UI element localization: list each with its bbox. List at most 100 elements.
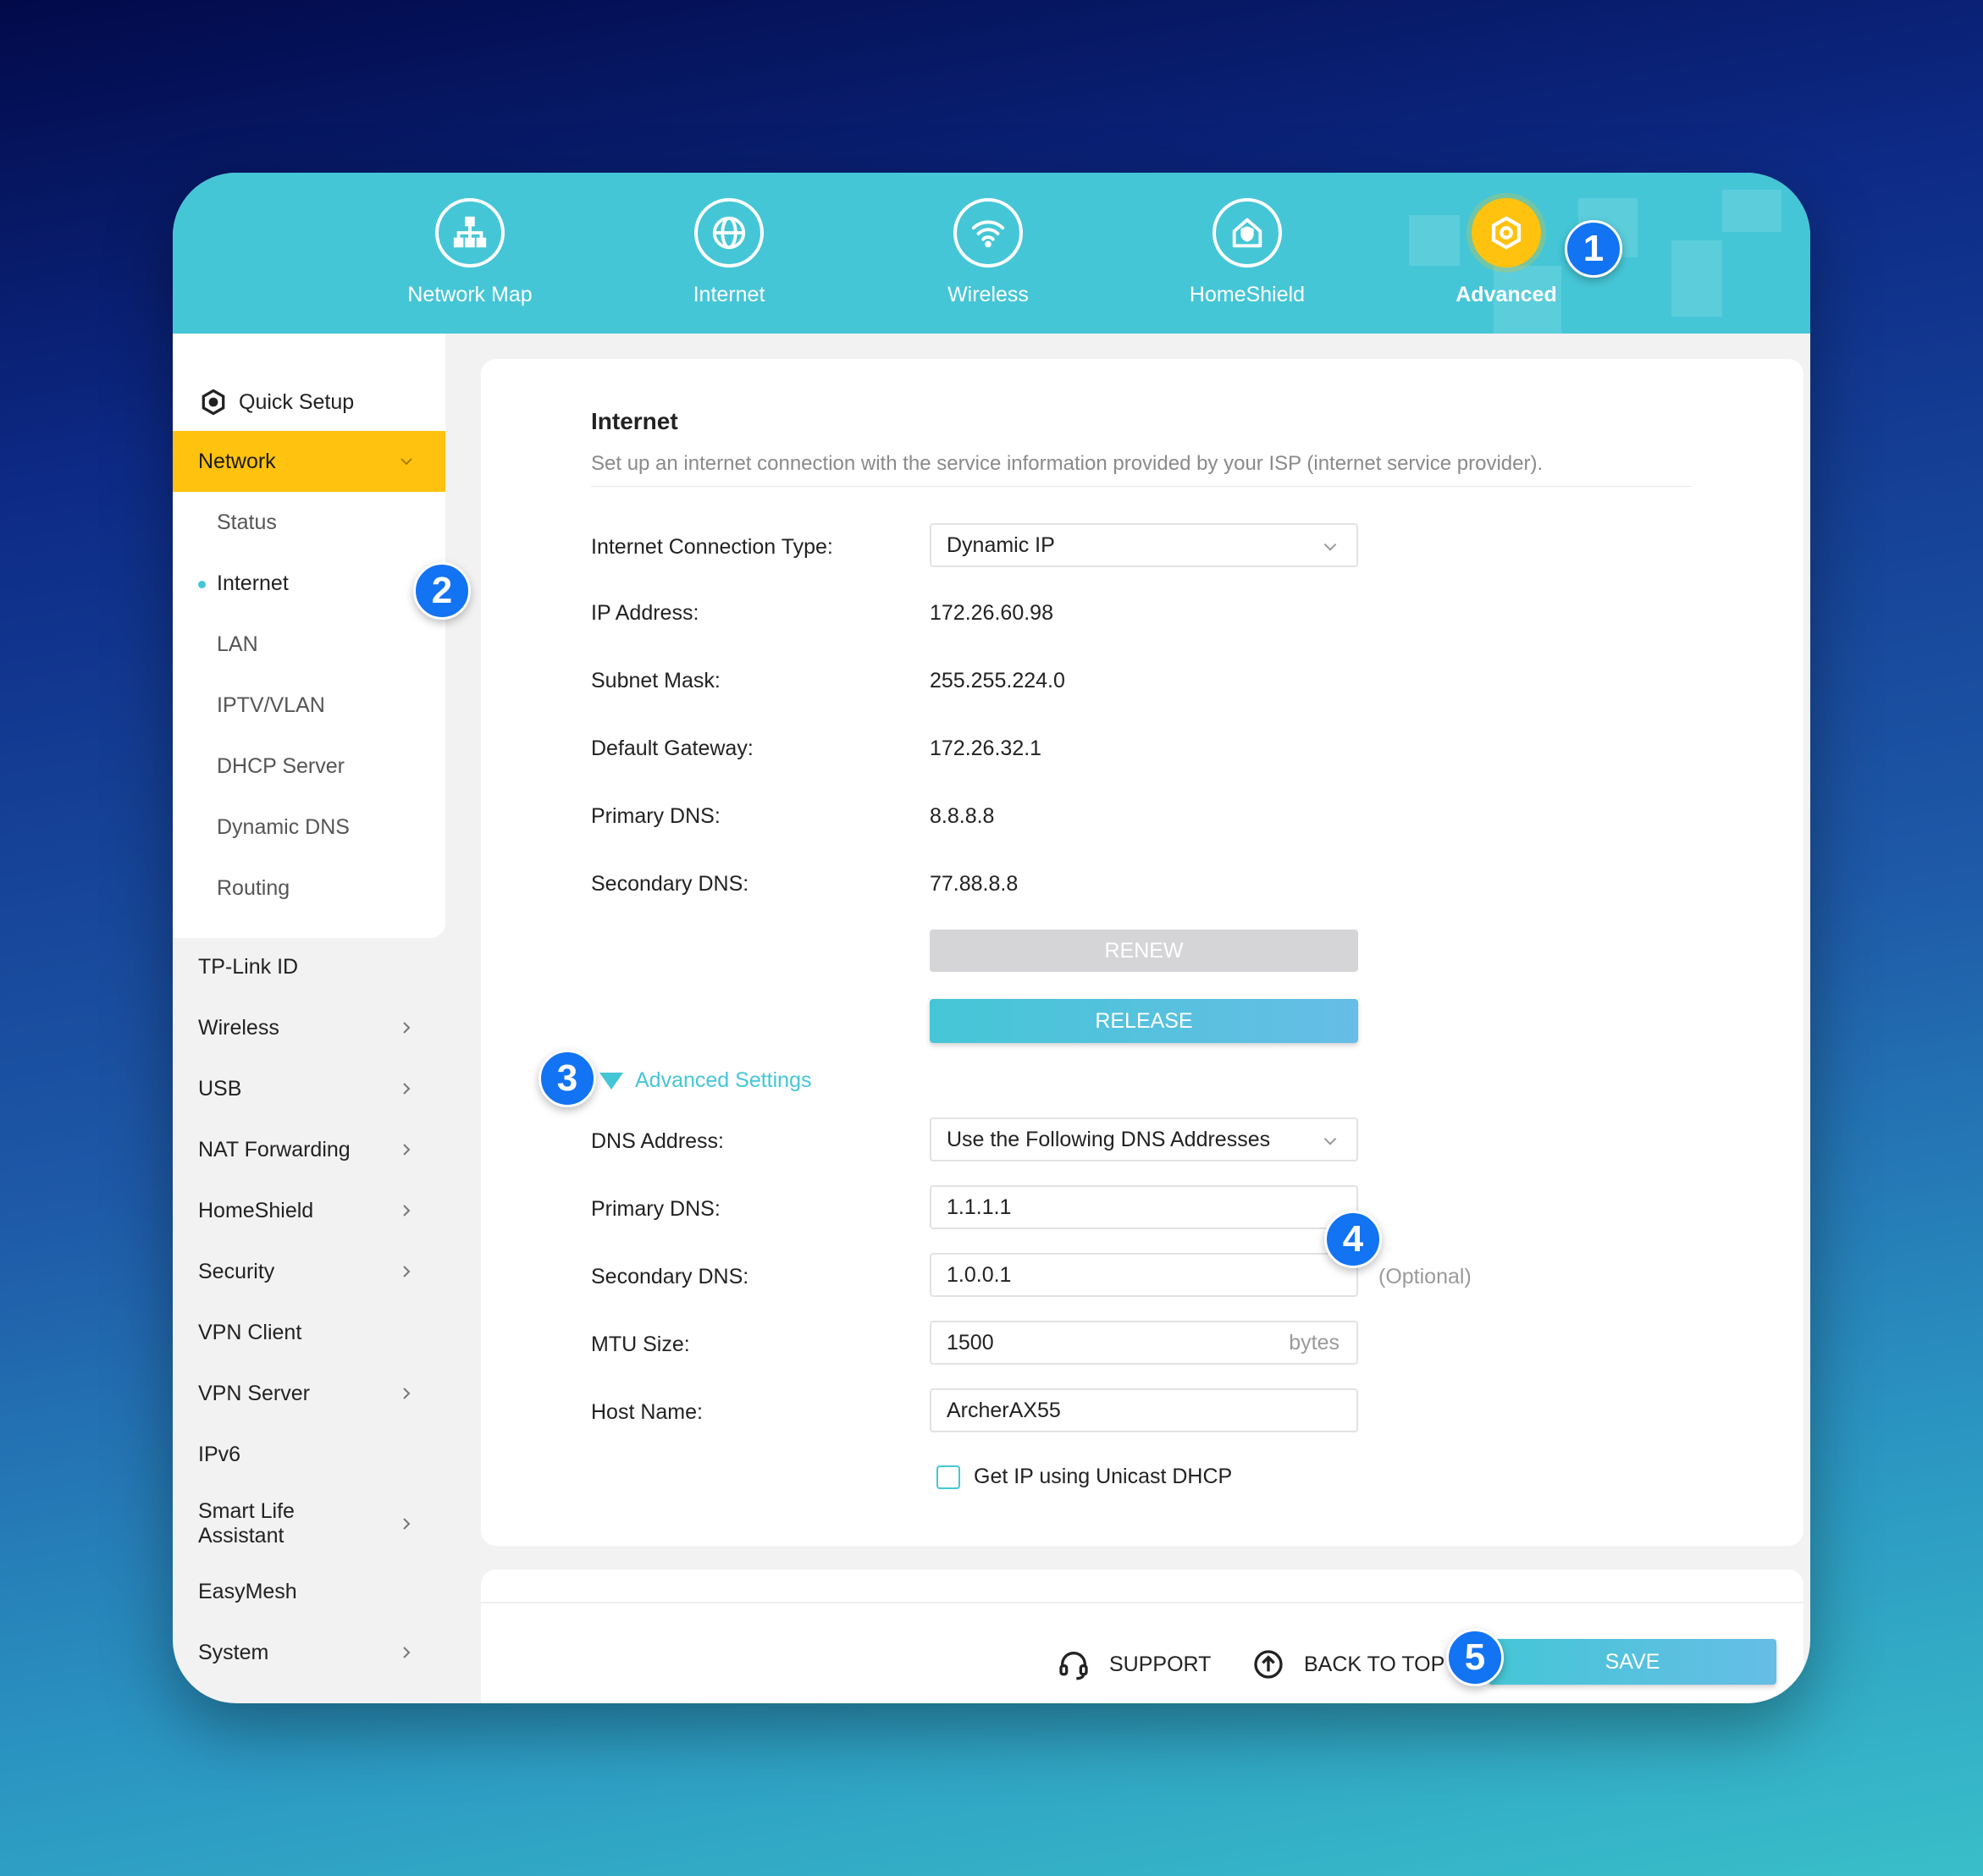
sidebar-item-smart-life-assistant[interactable]: Smart Life Assistant [173, 1490, 445, 1558]
chevron-right-icon [403, 1647, 411, 1658]
sidebar-subitem-internet[interactable]: Internet [173, 553, 445, 614]
sidebar-subitem-lan[interactable]: LAN [173, 614, 445, 675]
tab-internet[interactable]: Internet [627, 198, 831, 325]
gear-icon [202, 389, 225, 416]
tab-homeshield[interactable]: HomeShield [1146, 198, 1349, 325]
callout-badge-3: 3 [539, 1050, 596, 1107]
sidebar-item-label: Status [217, 510, 277, 534]
advanced-settings-toggle[interactable]: Advanced Settings [599, 1068, 811, 1093]
adv-primary-dns-label: Primary DNS: [591, 1197, 721, 1221]
sidebar-item-ipv6[interactable]: IPv6 [173, 1424, 445, 1485]
default-gateway-value: 172.26.32.1 [930, 737, 1042, 760]
sidebar-item-system[interactable]: System [173, 1622, 445, 1683]
chevron-right-icon [403, 1388, 411, 1399]
sidebar-item-label: TP-Link ID [198, 954, 299, 979]
chevron-right-icon [403, 1144, 411, 1156]
sidebar-item-label: LAN [217, 632, 258, 656]
mtu-size-value: 1500 [947, 1330, 994, 1355]
arrow-up-circle-icon [1254, 1650, 1283, 1679]
chevron-right-icon [403, 1518, 411, 1530]
chevron-down-icon [1323, 1137, 1337, 1145]
headset-icon [1059, 1652, 1088, 1680]
decorative-block [1671, 240, 1722, 317]
secondary-dns-input[interactable]: 1.0.0.1 [930, 1253, 1358, 1297]
connection-type-label: Internet Connection Type: [591, 535, 833, 559]
sidebar-item-label: Quick Setup [239, 389, 355, 414]
sidebar-item-label: Routing [217, 875, 290, 900]
chevron-right-icon [403, 1205, 411, 1217]
host-name-value: ArcherAX55 [947, 1398, 1061, 1422]
page-description: Set up an internet connection with the s… [591, 452, 1544, 475]
sidebar-item-easymesh[interactable]: EasyMesh [173, 1561, 445, 1622]
sidebar-item-label: IPv6 [198, 1442, 241, 1466]
sidebar-item-security[interactable]: Security [173, 1241, 445, 1302]
triangle-down-icon [599, 1072, 623, 1090]
callout-badge-5: 5 [1446, 1629, 1504, 1686]
sidebar-item-tp-link-id[interactable]: TP-Link ID [173, 936, 445, 997]
homeshield-icon [1212, 198, 1282, 268]
tab-network-map[interactable]: Network Map [368, 198, 572, 325]
support-label: SUPPORT [1109, 1652, 1212, 1676]
sidebar-subitem-iptv-vlan[interactable]: IPTV/VLAN [173, 675, 445, 736]
divider [591, 486, 1692, 487]
sidebar-item-quick-setup[interactable]: Quick Setup [173, 372, 445, 433]
connection-type-select[interactable]: Dynamic IP [930, 523, 1358, 567]
host-name-input[interactable]: ArcherAX55 [930, 1388, 1358, 1432]
network-map-icon [435, 198, 505, 268]
tab-label: Advanced [1455, 283, 1557, 306]
sidebar-item-usb[interactable]: USB [173, 1058, 445, 1119]
subnet-mask-label: Subnet Mask: [591, 669, 721, 692]
unicast-dhcp-checkbox[interactable] [936, 1465, 960, 1489]
sidebar-item-label: Network [198, 449, 276, 473]
back-to-top-link[interactable]: BACK TO TOP [1251, 1647, 1444, 1681]
sidebar-subitem-status[interactable]: Status [173, 492, 445, 553]
advanced-settings-label: Advanced Settings [635, 1068, 812, 1092]
sidebar-item-label: VPN Client [198, 1320, 302, 1344]
tab-label: Internet [693, 283, 765, 306]
dns-address-label: DNS Address: [591, 1129, 725, 1153]
chevron-down-icon [400, 458, 412, 466]
sidebar-subitem-dhcp-server[interactable]: DHCP Server [173, 736, 445, 797]
page-title: Internet [591, 408, 678, 434]
unicast-dhcp-row[interactable]: Get IP using Unicast DHCP [936, 1465, 1232, 1489]
sidebar-item-vpn-server[interactable]: VPN Server [173, 1363, 445, 1424]
sidebar-item-label: System [198, 1640, 269, 1664]
sidebar-item-label: Internet [217, 571, 289, 595]
default-gateway-label: Default Gateway: [591, 737, 754, 760]
back-to-top-label: BACK TO TOP [1304, 1652, 1445, 1676]
chevron-right-icon [403, 1266, 411, 1277]
sidebar-item-label: Wireless [198, 1015, 279, 1040]
dns-address-select[interactable]: Use the Following DNS Addresses [930, 1117, 1358, 1161]
sidebar-subitem-dynamic-dns[interactable]: Dynamic DNS [173, 797, 445, 858]
gear-icon [1472, 198, 1541, 268]
sidebar-item-network[interactable]: Network [173, 431, 445, 492]
active-indicator-dot [198, 581, 206, 588]
primary-dns-input[interactable]: 1.1.1.1 [930, 1185, 1358, 1229]
dns-address-value: Use the Following DNS Addresses [947, 1127, 1271, 1151]
sidebar-item-homeshield[interactable]: HomeShield [173, 1180, 445, 1241]
primary-dns-value: 8.8.8.8 [930, 804, 995, 828]
secondary-dns-label: Secondary DNS: [591, 872, 749, 896]
optional-hint: (Optional) [1378, 1265, 1472, 1288]
mtu-size-input[interactable]: 1500 bytes [930, 1321, 1358, 1365]
unicast-dhcp-label: Get IP using Unicast DHCP [974, 1465, 1233, 1488]
tab-label: HomeShield [1189, 283, 1306, 306]
secondary-dns-input-value: 1.0.0.1 [947, 1262, 1012, 1287]
sidebar-item-nat-forwarding[interactable]: NAT Forwarding [173, 1119, 445, 1180]
tab-label: Wireless [947, 283, 1029, 306]
chevron-down-icon [1323, 543, 1337, 551]
sidebar-subitem-routing[interactable]: Routing [173, 858, 445, 919]
sidebar-item-label: EasyMesh [198, 1579, 297, 1603]
sidebar-item-label: HomeShield [198, 1198, 314, 1222]
sidebar-item-vpn-client[interactable]: VPN Client [173, 1302, 445, 1363]
chevron-right-icon [403, 1022, 411, 1034]
release-button[interactable]: RELEASE [930, 999, 1358, 1043]
renew-button[interactable]: RENEW [930, 930, 1358, 972]
tab-wireless[interactable]: Wireless [887, 198, 1090, 325]
save-button[interactable]: SAVE [1489, 1639, 1776, 1685]
divider [481, 1602, 1803, 1603]
sidebar-item-wireless[interactable]: Wireless [173, 997, 445, 1058]
mtu-size-label: MTU Size: [591, 1333, 690, 1356]
support-link[interactable]: SUPPORT [1057, 1647, 1211, 1681]
globe-icon [694, 198, 764, 268]
